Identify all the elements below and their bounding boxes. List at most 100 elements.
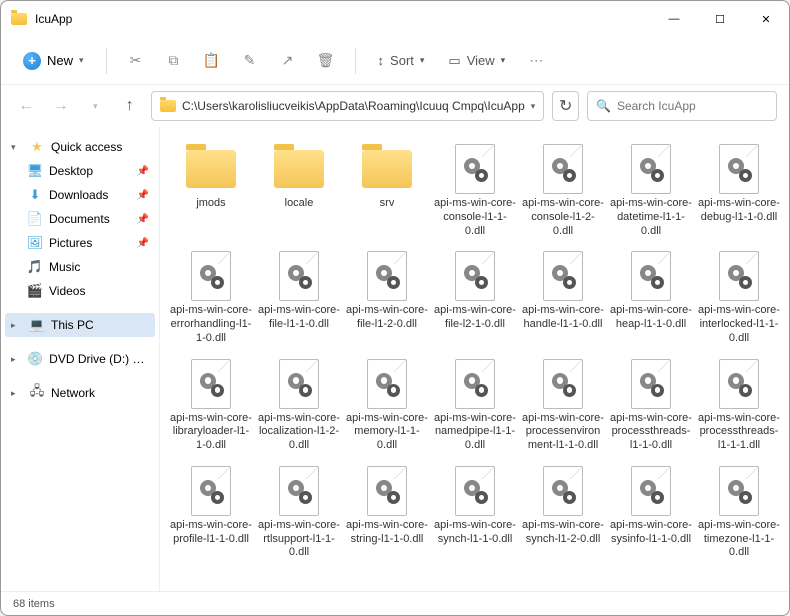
- toolbar: + New ▾ ✂ ⧉ 📋 ✎ ↗ 🗑 ↕ Sort ▾ ▭ View ▾ ⋯: [1, 37, 789, 85]
- close-button[interactable]: ✕: [743, 1, 789, 37]
- file-item[interactable]: api-ms-win-core-synch-l1-1-0.dll: [432, 461, 518, 564]
- file-item[interactable]: api-ms-win-core-console-l1-2-0.dll: [520, 139, 606, 242]
- file-item[interactable]: api-ms-win-core-processenvironment-l1-1-…: [520, 354, 606, 457]
- file-grid-area: jmodslocalesrvapi-ms-win-core-console-l1…: [159, 127, 789, 591]
- item-label: jmods: [196, 197, 225, 211]
- network-icon: 🖧: [29, 385, 45, 401]
- minimize-button[interactable]: —: [651, 1, 697, 37]
- item-label: api-ms-win-core-file-l2-1-0.dll: [434, 304, 516, 332]
- file-item[interactable]: api-ms-win-core-console-l1-1-0.dll: [432, 139, 518, 242]
- item-label: locale: [285, 197, 314, 211]
- up-button[interactable]: ↑: [116, 91, 142, 121]
- sidebar-item-desktop[interactable]: 🖥 Desktop 📌: [5, 159, 155, 183]
- file-item[interactable]: api-ms-win-core-processthreads-l1-1-1.dl…: [696, 354, 782, 457]
- item-label: api-ms-win-core-processenvironment-l1-1-…: [522, 412, 604, 453]
- sidebar-item-pictures[interactable]: 🖼 Pictures 📌: [5, 231, 155, 255]
- view-button[interactable]: ▭ View ▾: [438, 47, 515, 75]
- file-item[interactable]: api-ms-win-core-heap-l1-1-0.dll: [608, 246, 694, 349]
- sidebar-dvd[interactable]: ▸ 💿 DVD Drive (D:) CCCC: [5, 347, 155, 371]
- file-item[interactable]: api-ms-win-core-string-l1-1-0.dll: [344, 461, 430, 564]
- file-item[interactable]: api-ms-win-core-processthreads-l1-1-0.dl…: [608, 354, 694, 457]
- new-label: New: [47, 53, 73, 68]
- file-item[interactable]: api-ms-win-core-libraryloader-l1-1-0.dll: [168, 354, 254, 457]
- dll-file-icon: [711, 465, 767, 517]
- documents-icon: 📄: [27, 211, 43, 227]
- maximize-button[interactable]: ☐: [697, 1, 743, 37]
- view-label: View: [467, 53, 495, 68]
- dll-file-icon: [447, 465, 503, 517]
- delete-button[interactable]: 🗑: [309, 44, 343, 78]
- share-button[interactable]: ↗: [271, 44, 305, 78]
- file-item[interactable]: api-ms-win-core-memory-l1-1-0.dll: [344, 354, 430, 457]
- file-item[interactable]: api-ms-win-core-sysinfo-l1-1-0.dll: [608, 461, 694, 564]
- sidebar-item-videos[interactable]: 🎬 Videos: [5, 279, 155, 303]
- sidebar: ▾ ★ Quick access 🖥 Desktop 📌 ⬇ Downloads…: [1, 127, 159, 591]
- search-icon: 🔍: [596, 99, 611, 113]
- rename-button[interactable]: ✎: [233, 44, 267, 78]
- copy-button[interactable]: ⧉: [157, 44, 191, 78]
- file-item[interactable]: api-ms-win-core-synch-l1-2-0.dll: [520, 461, 606, 564]
- more-button[interactable]: ⋯: [519, 44, 553, 78]
- file-item[interactable]: api-ms-win-core-debug-l1-1-0.dll: [696, 139, 782, 242]
- sidebar-item-music[interactable]: 🎵 Music: [5, 255, 155, 279]
- pc-icon: 💻: [29, 317, 45, 333]
- folder-item[interactable]: jmods: [168, 139, 254, 242]
- dll-file-icon: [447, 358, 503, 410]
- new-button[interactable]: + New ▾: [13, 46, 94, 76]
- search-box[interactable]: 🔍: [587, 91, 777, 121]
- window-title: IcuApp: [35, 12, 72, 26]
- file-item[interactable]: api-ms-win-core-rtlsupport-l1-1-0.dll: [256, 461, 342, 564]
- file-item[interactable]: api-ms-win-core-file-l2-1-0.dll: [432, 246, 518, 349]
- file-item[interactable]: api-ms-win-core-handle-l1-1-0.dll: [520, 246, 606, 349]
- cut-button[interactable]: ✂: [119, 44, 153, 78]
- dll-file-icon: [623, 358, 679, 410]
- file-item[interactable]: api-ms-win-core-interlocked-l1-1-0.dll: [696, 246, 782, 349]
- file-item[interactable]: api-ms-win-core-timezone-l1-1-0.dll: [696, 461, 782, 564]
- chevron-right-icon: ▸: [11, 320, 23, 331]
- item-label: api-ms-win-core-profile-l1-1-0.dll: [170, 519, 252, 547]
- file-item[interactable]: api-ms-win-core-errorhandling-l1-1-0.dll: [168, 246, 254, 349]
- refresh-button[interactable]: ↻: [552, 91, 579, 121]
- sidebar-this-pc[interactable]: ▸ 💻 This PC: [5, 313, 155, 337]
- back-button[interactable]: ←: [13, 91, 39, 121]
- pin-icon: 📌: [137, 166, 149, 177]
- pictures-icon: 🖼: [27, 235, 43, 251]
- dll-file-icon: [183, 250, 239, 302]
- file-item[interactable]: api-ms-win-core-datetime-l1-1-0.dll: [608, 139, 694, 242]
- address-input[interactable]: C:\Users\karolisliucveikis\AppData\Roami…: [151, 91, 544, 121]
- sort-button[interactable]: ↕ Sort ▾: [368, 47, 435, 74]
- pin-icon: 📌: [137, 190, 149, 201]
- folder-icon: [359, 143, 415, 195]
- dll-file-icon: [359, 358, 415, 410]
- item-label: api-ms-win-core-file-l1-1-0.dll: [258, 304, 340, 332]
- chevron-right-icon: ▸: [11, 354, 21, 365]
- paste-button[interactable]: 📋: [195, 44, 229, 78]
- file-item[interactable]: api-ms-win-core-namedpipe-l1-1-0.dll: [432, 354, 518, 457]
- dll-file-icon: [447, 143, 503, 195]
- item-label: api-ms-win-core-rtlsupport-l1-1-0.dll: [258, 519, 340, 560]
- sidebar-network[interactable]: ▸ 🖧 Network: [5, 381, 155, 405]
- file-item[interactable]: api-ms-win-core-profile-l1-1-0.dll: [168, 461, 254, 564]
- forward-button[interactable]: →: [47, 91, 73, 121]
- sidebar-quick-access[interactable]: ▾ ★ Quick access: [5, 135, 155, 159]
- file-item[interactable]: api-ms-win-core-localization-l1-2-0.dll: [256, 354, 342, 457]
- dll-file-icon: [535, 358, 591, 410]
- chevron-down-icon: ▾: [79, 55, 84, 66]
- folder-item[interactable]: locale: [256, 139, 342, 242]
- status-bar: 68 items: [1, 591, 789, 615]
- file-item[interactable]: api-ms-win-core-file-l1-1-0.dll: [256, 246, 342, 349]
- item-label: api-ms-win-core-debug-l1-1-0.dll: [698, 197, 780, 225]
- recent-button[interactable]: ▾: [82, 91, 108, 121]
- search-input[interactable]: [617, 99, 772, 113]
- file-item[interactable]: api-ms-win-core-file-l1-2-0.dll: [344, 246, 430, 349]
- sidebar-item-documents[interactable]: 📄 Documents 📌: [5, 207, 155, 231]
- titlebar: IcuApp — ☐ ✕: [1, 1, 789, 37]
- folder-item[interactable]: srv: [344, 139, 430, 242]
- item-label: api-ms-win-core-libraryloader-l1-1-0.dll: [170, 412, 252, 453]
- chevron-down-icon: ▾: [420, 55, 425, 66]
- chevron-right-icon: ▸: [11, 388, 23, 399]
- item-label: api-ms-win-core-sysinfo-l1-1-0.dll: [610, 519, 692, 547]
- sidebar-label: Downloads: [49, 188, 108, 202]
- item-label: api-ms-win-core-synch-l1-2-0.dll: [522, 519, 604, 547]
- sidebar-item-downloads[interactable]: ⬇ Downloads 📌: [5, 183, 155, 207]
